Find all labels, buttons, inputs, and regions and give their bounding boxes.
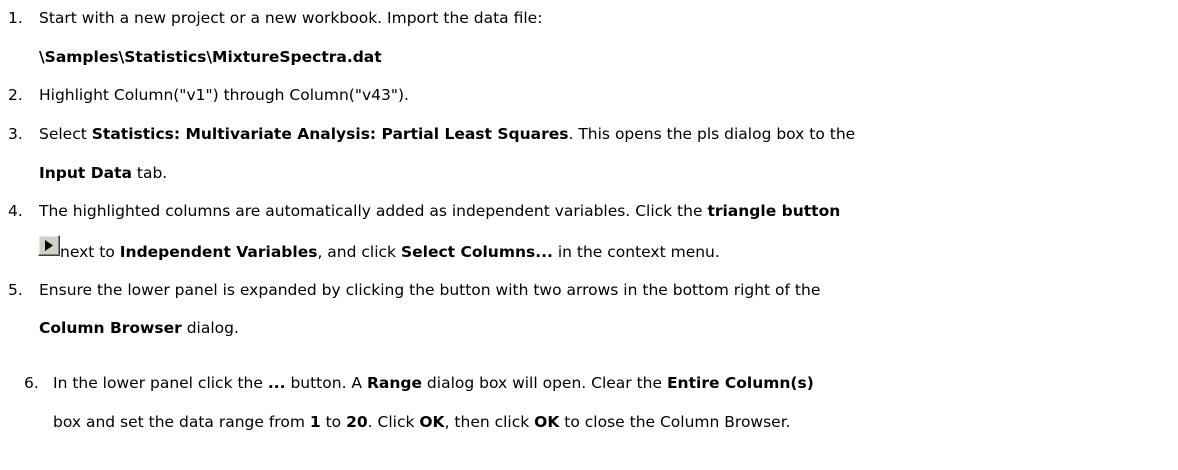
text-run: . Click <box>367 413 420 431</box>
dialog-suffix: dialog. <box>181 319 239 337</box>
step-number: 2. <box>8 86 23 104</box>
step-number: 1. <box>8 9 23 27</box>
mid-text: , and click <box>317 243 401 261</box>
ok-label: OK <box>534 413 560 431</box>
entire-columns-label: Entire Column(s) <box>666 374 814 392</box>
file-path: \Samples\Statistics\MixtureSpectra.dat <box>39 48 382 66</box>
play-triangle-icon <box>45 240 53 251</box>
ellipsis-label: ... <box>267 374 286 392</box>
text-run: to close the Column Browser. <box>559 413 791 431</box>
step-text: Input Data tab. <box>39 163 167 183</box>
step-text: In the lower panel click the ... button.… <box>53 373 814 393</box>
step-text: Column Browser dialog. <box>39 318 239 338</box>
step-text-pre: Select <box>39 125 92 143</box>
step-text: Start with a new project or a new workbo… <box>39 9 543 27</box>
step-text: next to Independent Variables, and click… <box>60 242 720 262</box>
tab-name: Input Data <box>39 164 132 182</box>
text-run: In the lower panel click the <box>53 374 268 392</box>
step-text-post: in the context menu. <box>552 243 720 261</box>
dialog-name: Column Browser <box>39 319 182 337</box>
tab-suffix: tab. <box>131 164 168 182</box>
step-text-post: . This opens the pls dialog box to the <box>568 125 856 143</box>
menu-item: Select Columns... <box>400 243 553 261</box>
text-run: to <box>320 413 347 431</box>
ok-label: OK <box>419 413 445 431</box>
step-text: Select Statistics: Multivariate Analysis… <box>39 124 855 144</box>
menu-path: Statistics: Multivariate Analysis: Parti… <box>91 125 569 143</box>
next-to-text: next to <box>60 243 120 261</box>
range-from: 1 <box>309 413 321 431</box>
step-text-pre: The highlighted columns are automaticall… <box>39 202 708 220</box>
step-number: 5. <box>8 281 23 299</box>
range-label: Range <box>366 374 422 392</box>
step-text: The highlighted columns are automaticall… <box>39 201 840 221</box>
field-name: Independent Variables <box>119 243 318 261</box>
button-name: triangle button <box>707 202 841 220</box>
text-run: dialog box will open. Clear the <box>422 374 667 392</box>
range-to: 20 <box>346 413 368 431</box>
triangle-button[interactable] <box>38 235 60 256</box>
step-number: 4. <box>8 202 23 220</box>
text-run: box and set the data range from <box>53 413 310 431</box>
step-text: box and set the data range from 1 to 20.… <box>53 412 791 432</box>
step-number: 6. <box>24 374 39 392</box>
text-run: , then click <box>444 413 535 431</box>
step-text: Ensure the lower panel is expanded by cl… <box>39 281 821 299</box>
step-text: Highlight Column("v1") through Column("v… <box>39 86 409 104</box>
step-number: 3. <box>8 125 23 143</box>
text-run: button. A <box>285 374 367 392</box>
